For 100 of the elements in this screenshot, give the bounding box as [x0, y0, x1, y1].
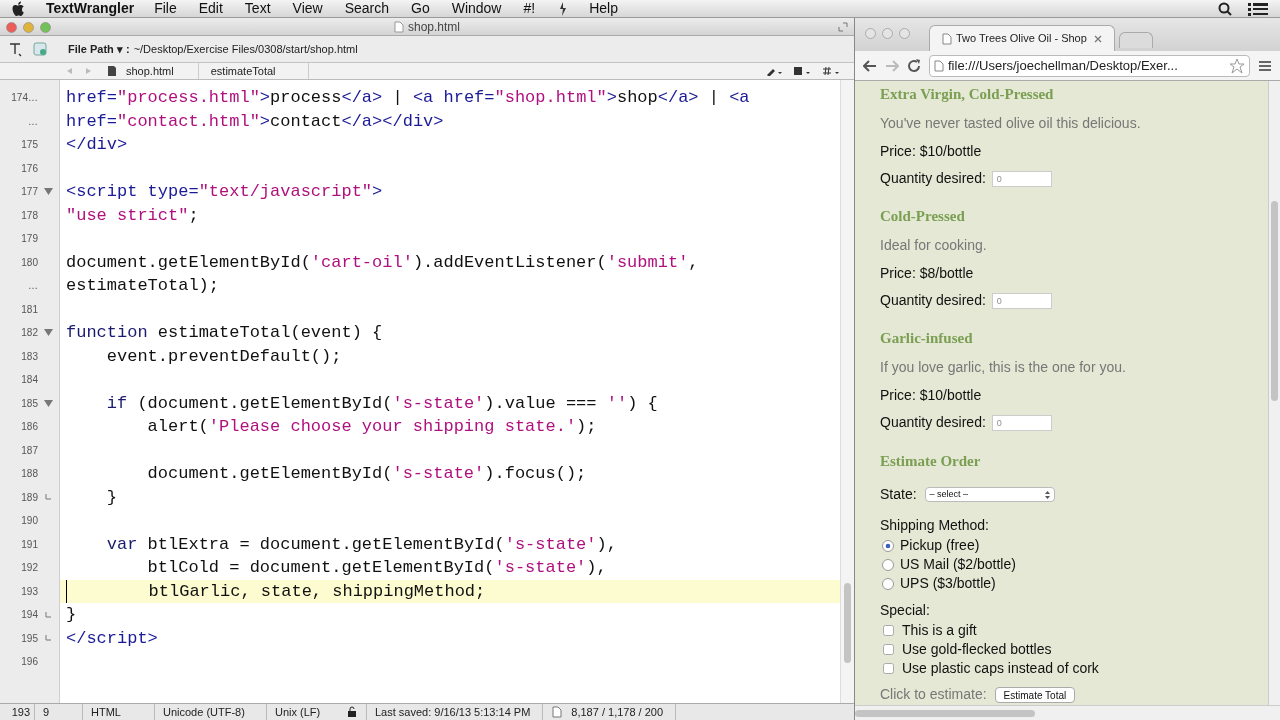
product-description: You've never tasted olive oil this delicious. — [880, 114, 1142, 133]
line-number: 185 — [20, 396, 38, 411]
product-description: Ideal for cooking. — [880, 236, 988, 256]
back-icon[interactable] — [863, 59, 877, 72]
menu-icon[interactable] — [1258, 59, 1272, 72]
code-line: document.getElementById('s-state').focus(); — [146, 463, 587, 485]
reload-icon[interactable] — [907, 58, 921, 73]
line-number: 179 — [20, 232, 38, 247]
radio-button[interactable] — [882, 539, 894, 552]
line-number: 176 — [20, 161, 38, 176]
scrollbar-thumb[interactable] — [844, 583, 851, 663]
menu-item[interactable]: Edit — [198, 0, 223, 19]
product-heading: Garlic-infused — [880, 329, 974, 349]
line-number: 188 — [20, 467, 38, 482]
menu-item[interactable]: Text — [244, 0, 271, 19]
list-icon[interactable] — [1248, 1, 1268, 16]
menu-item[interactable]: Window — [451, 0, 502, 19]
price-text: Price: $10/bottle — [880, 142, 983, 161]
encoding-menu[interactable]: Unicode (UTF-8) — [154, 703, 266, 720]
new-tab-button[interactable] — [1119, 32, 1153, 48]
special-label: Special: — [880, 601, 931, 620]
star-icon[interactable] — [1229, 57, 1245, 74]
line-number: 187 — [20, 443, 38, 458]
product-heading: Extra Virgin, Cold-Pressed — [880, 85, 1055, 104]
checkbox-label: Use gold-flecked bottles — [902, 640, 1052, 659]
quantity-field[interactable]: 0 — [991, 170, 1052, 187]
estimate-button[interactable]: Estimate Total — [994, 686, 1076, 703]
function-menu[interactable]: estimateTotal — [198, 62, 309, 80]
product-description: If you love garlic, this is the one for you. — [880, 358, 1127, 378]
line-number: 191 — [20, 537, 38, 552]
window-control-icon[interactable] — [23, 22, 34, 33]
line-number: 183 — [20, 349, 38, 364]
forward-icon[interactable] — [885, 59, 899, 72]
quantity-field[interactable]: 0 — [991, 414, 1052, 431]
apple-icon[interactable] — [12, 0, 26, 17]
document-icon — [106, 65, 118, 77]
price-text: Price: $8/bottle — [880, 264, 975, 284]
browser-tab[interactable]: Two Trees Olive Oil - Shop — [929, 25, 1115, 51]
close-icon[interactable] — [1094, 34, 1102, 43]
document-icon — [394, 20, 404, 33]
scrollbar-thumb[interactable] — [1271, 201, 1278, 401]
menu-item[interactable]: View — [292, 0, 323, 19]
search-icon[interactable] — [1218, 1, 1232, 16]
price-text: Price: $10/bottle — [880, 386, 983, 406]
document-stats-text: 8,187 / 1,178 / 200 — [571, 703, 677, 720]
app-menu[interactable]: TextWrangler — [46, 0, 135, 19]
menu-item[interactable]: Search — [344, 0, 389, 19]
checkbox[interactable] — [883, 625, 894, 636]
address-bar[interactable]: file:///Users/joechellman/Desktop/Exer... — [929, 54, 1250, 77]
window-control-icon[interactable] — [882, 28, 893, 39]
menu-item[interactable]: Go — [411, 0, 430, 19]
state-label: State: — [880, 485, 917, 504]
line-number: 195 — [20, 631, 38, 646]
line-number: 174… — [10, 91, 38, 106]
line-number: 182 — [20, 326, 38, 341]
window-control-icon[interactable] — [899, 28, 910, 39]
code-line: </script> — [66, 627, 158, 650]
product-heading: Cold-Pressed — [880, 207, 966, 227]
code-line: if (document.getElementById('s-state').value === '') { — [105, 392, 658, 415]
shipping-label: Shipping Method: — [880, 516, 990, 535]
document-icon — [551, 706, 564, 718]
menu-item[interactable]: #! — [523, 0, 536, 19]
code-line: </div> — [66, 134, 128, 156]
checkbox[interactable] — [883, 644, 894, 655]
window-title: shop.html — [408, 18, 460, 36]
code-line: href="contact.html">contact</a></div> — [66, 110, 444, 133]
radio-button[interactable] — [882, 558, 894, 571]
state-select[interactable]: – select – — [924, 487, 1055, 502]
menu-item[interactable]: Help — [589, 0, 618, 19]
markers-menu-icon[interactable] — [822, 66, 842, 76]
fold-triangle-icon[interactable] — [43, 329, 53, 337]
window-control-icon[interactable] — [6, 22, 17, 33]
language-menu[interactable]: HTML — [82, 703, 154, 720]
fold-triangle-icon[interactable] — [43, 188, 53, 196]
window-control-icon[interactable] — [865, 28, 876, 39]
menu-item[interactable]: File — [154, 0, 177, 19]
line-number: 190 — [20, 514, 38, 529]
fold-triangle-icon[interactable] — [43, 399, 53, 407]
line-number: 181 — [20, 302, 38, 317]
window-control-icon[interactable] — [40, 22, 51, 33]
quantity-label: Quantity desired: — [880, 169, 986, 188]
code-line: } — [66, 604, 77, 626]
quantity-label: Quantity desired: — [880, 291, 986, 311]
lock-icon[interactable] — [346, 706, 358, 718]
checkbox[interactable] — [883, 663, 894, 674]
code-line: href="process.html">process</a> | <a href="shop.html">shop</a> | <a — [66, 87, 750, 109]
fullscreen-icon[interactable] — [838, 22, 848, 32]
code-line: var btlExtra = document.getElementById('s-state'), — [105, 533, 617, 556]
file-path-label[interactable]: File Path ▾ : — [68, 40, 130, 58]
file-menu[interactable]: shop.html — [126, 62, 199, 80]
document-icon — [942, 32, 952, 45]
line-number: 196 — [20, 655, 38, 670]
quantity-field[interactable]: 0 — [991, 292, 1052, 309]
radio-label: US Mail ($2/bottle) — [900, 555, 1016, 574]
text-options-icon[interactable] — [8, 41, 24, 57]
line-endings-menu[interactable]: Unix (LF) — [266, 703, 338, 720]
scrollbar-thumb[interactable] — [855, 709, 1035, 717]
document-icon[interactable] — [32, 41, 48, 57]
radio-button[interactable] — [882, 577, 894, 590]
document-icon — [934, 59, 944, 72]
